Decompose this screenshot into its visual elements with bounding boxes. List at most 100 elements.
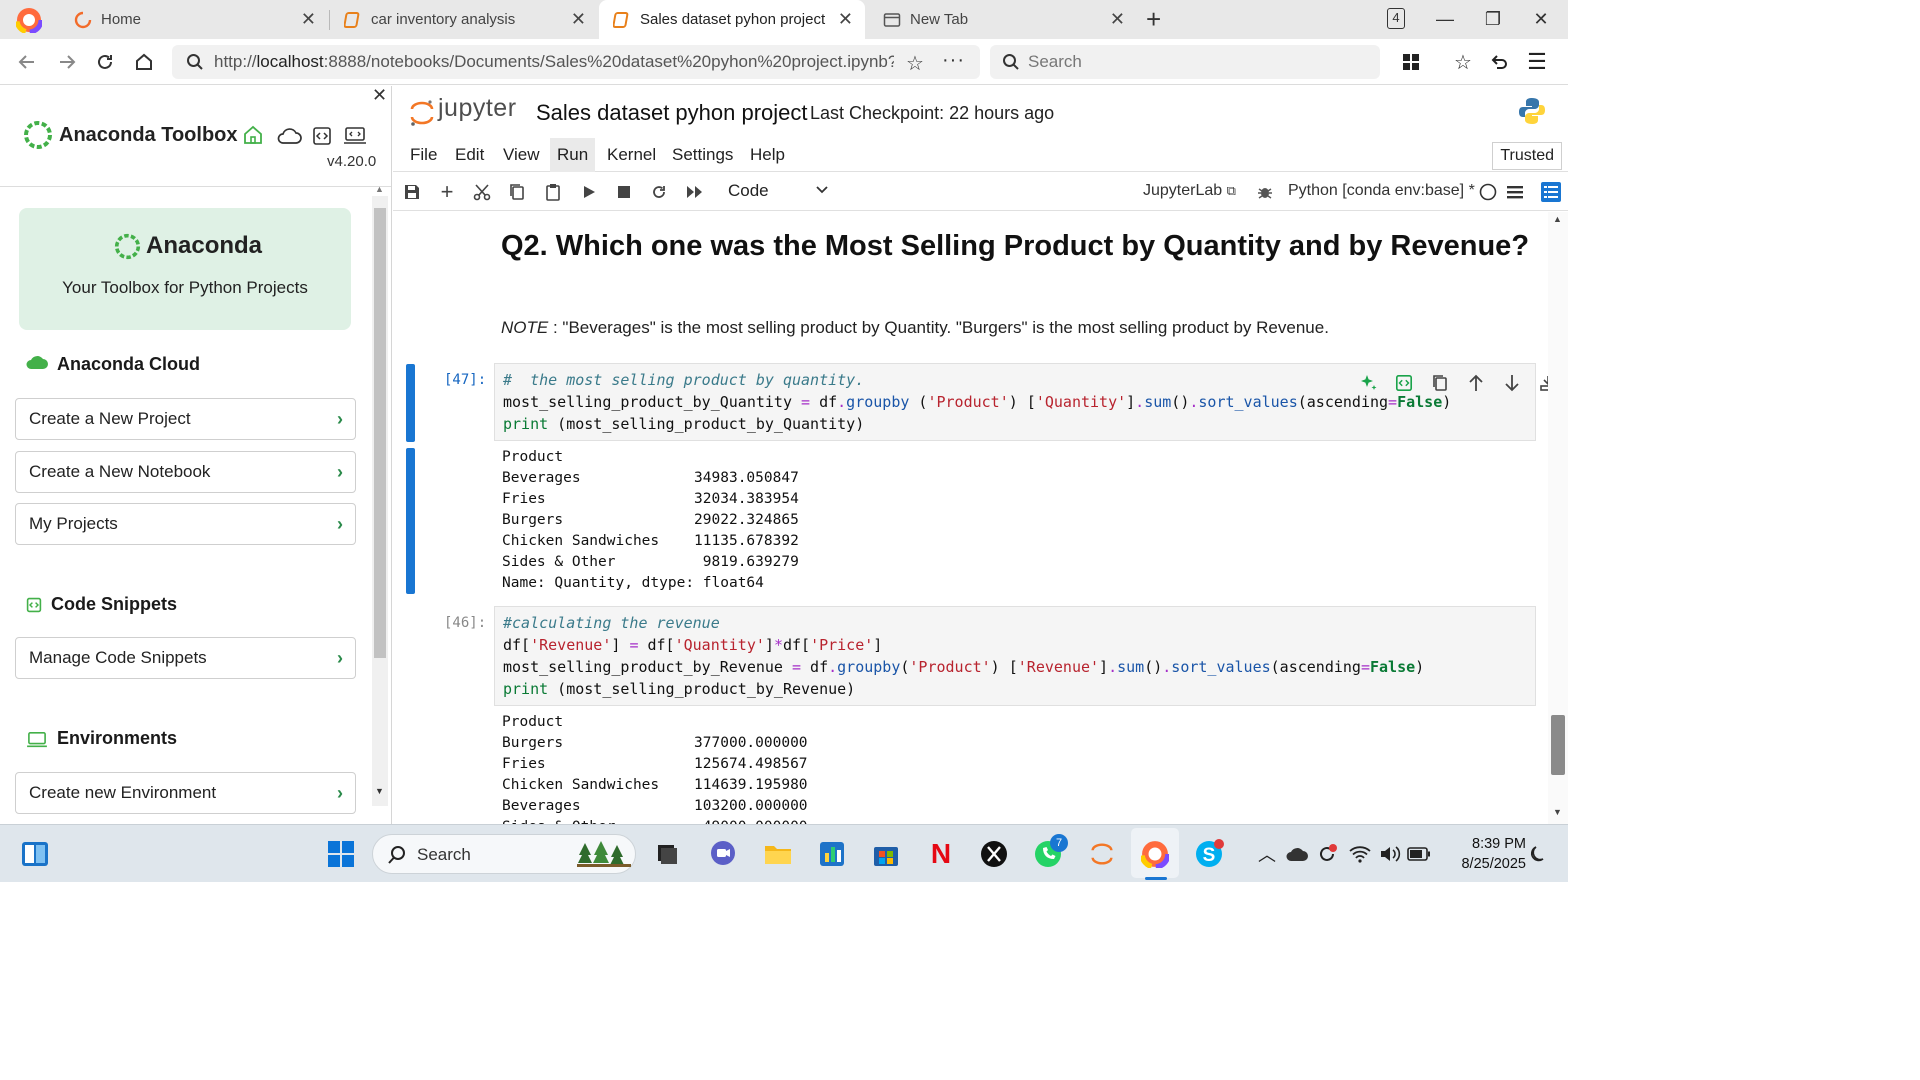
favorites-icon[interactable]: ☆ (1450, 49, 1476, 75)
close-tab-icon[interactable]: ✕ (301, 10, 316, 28)
scroll-up-icon[interactable]: ▲ (1553, 214, 1562, 224)
my-projects-button[interactable]: My Projects › (15, 503, 356, 545)
tab-car-inventory[interactable]: car inventory analysis ✕ (330, 0, 598, 39)
tab-sales-dataset[interactable]: Sales dataset pyhon project ✕ (599, 0, 865, 39)
scrollbar-thumb[interactable] (1551, 715, 1565, 775)
reload-icon[interactable] (92, 49, 118, 75)
home-icon[interactable] (131, 49, 157, 75)
close-tab-icon[interactable]: ✕ (838, 10, 853, 28)
move-up-icon[interactable] (1465, 372, 1487, 394)
browser-app-icon[interactable] (1140, 839, 1170, 869)
debugger-bug-icon[interactable] (1255, 182, 1275, 202)
more-options-icon[interactable]: ··· (942, 49, 965, 72)
menu-file[interactable]: File (403, 138, 444, 172)
menu-help[interactable]: Help (743, 138, 792, 172)
minimize-icon[interactable]: ― (1422, 0, 1468, 39)
notebook-scrollbar[interactable]: ▲ ▼ (1548, 212, 1568, 824)
taskbar-search[interactable]: Search (372, 834, 636, 874)
sidebar-scrollbar[interactable]: ▲ ▼ (372, 184, 388, 806)
close-tab-icon[interactable]: ✕ (1110, 10, 1125, 28)
browser-search-field[interactable]: Search (990, 45, 1380, 79)
trusted-indicator[interactable]: Trusted (1492, 142, 1562, 170)
file-explorer-icon[interactable] (763, 839, 793, 869)
tab-new-tab[interactable]: New Tab ✕ (869, 0, 1137, 39)
save-icon[interactable] (402, 182, 422, 202)
cell-selection-bar[interactable] (406, 364, 415, 442)
stop-icon[interactable] (614, 182, 634, 202)
menu-kernel[interactable]: Kernel (600, 138, 663, 172)
browser-logo-icon[interactable] (16, 7, 42, 33)
create-new-environment-button[interactable]: Create new Environment › (15, 772, 356, 814)
system-clock[interactable]: 8:39 PM 8/25/2025 (1442, 834, 1526, 874)
notebook-title[interactable]: Sales dataset pyhon project (536, 100, 808, 126)
onedrive-icon[interactable] (1282, 839, 1312, 869)
close-tab-icon[interactable]: ✕ (571, 10, 586, 28)
move-down-icon[interactable] (1501, 372, 1523, 394)
close-window-icon[interactable]: ✕ (1518, 0, 1564, 39)
code-cell-input[interactable]: # the most selling product by quantity. … (494, 363, 1548, 441)
menu-list-icon[interactable] (1505, 182, 1525, 202)
jupyter-wordmark[interactable]: jupyter (438, 94, 517, 123)
ai-sparkle-icon[interactable] (1357, 372, 1379, 394)
create-new-project-button[interactable]: Create a New Project › (15, 398, 356, 440)
netflix-icon[interactable]: N (926, 838, 956, 869)
chevron-up-icon[interactable]: ︿ (1258, 841, 1276, 867)
add-cell-icon[interactable]: + (437, 179, 457, 204)
run-icon[interactable] (579, 182, 599, 202)
restore-icon[interactable]: ❐ (1470, 0, 1516, 39)
new-tab-icon[interactable]: + (1146, 6, 1161, 32)
history-icon[interactable] (1486, 49, 1512, 75)
wifi-icon[interactable] (1345, 839, 1375, 869)
fast-forward-icon[interactable] (685, 182, 705, 202)
scroll-down-icon[interactable]: ▼ (1553, 807, 1562, 817)
jupyter-logo-icon[interactable] (409, 98, 435, 128)
task-view-icon[interactable] (652, 839, 682, 869)
chat-icon[interactable] (708, 839, 738, 869)
create-new-notebook-button[interactable]: Create a New Notebook › (15, 451, 356, 493)
menu-run[interactable]: Run (550, 138, 596, 172)
menu-icon[interactable]: ☰ (1524, 49, 1550, 75)
x-app-icon[interactable] (979, 839, 1009, 869)
code-cell-input[interactable]: #calculating the revenue df['Revenue'] =… (494, 606, 1536, 706)
volume-icon[interactable] (1375, 839, 1405, 869)
jupyter-app-icon[interactable] (1087, 839, 1117, 869)
copy-icon[interactable] (507, 182, 527, 202)
insert-above-icon[interactable] (1537, 372, 1548, 394)
skype-icon[interactable]: S (1194, 839, 1224, 869)
cut-icon[interactable] (472, 182, 492, 202)
notifications-moon-icon[interactable] (1524, 839, 1554, 869)
cell-type-select[interactable]: Code (728, 181, 769, 201)
scroll-down-icon[interactable]: ▼ (375, 786, 384, 796)
restart-icon[interactable] (649, 182, 669, 202)
scroll-up-icon[interactable]: ▲ (375, 184, 384, 194)
chevron-down-icon[interactable] (815, 185, 829, 195)
forward-arrow-icon[interactable] (54, 49, 80, 75)
favorite-star-icon[interactable]: ☆ (906, 51, 924, 76)
sync-icon[interactable] (1312, 839, 1342, 869)
kernel-name[interactable]: Python [conda env:base] * (1288, 182, 1475, 200)
output-selection-bar[interactable] (406, 448, 415, 594)
microsoft-store-icon[interactable] (871, 839, 901, 869)
close-panel-icon[interactable]: ✕ (372, 85, 387, 106)
widgets-icon[interactable] (20, 839, 50, 869)
address-bar[interactable]: http://localhost:8888/notebooks/Document… (172, 45, 980, 79)
code-snippet-icon[interactable] (312, 126, 332, 146)
jupyterlab-link[interactable]: JupyterLab ⧉ (1143, 182, 1236, 200)
back-arrow-icon[interactable] (14, 49, 40, 75)
start-windows-icon[interactable] (326, 839, 356, 869)
cloud-icon[interactable] (276, 126, 302, 146)
code-snippet-icon[interactable] (1393, 372, 1415, 394)
manage-code-snippets-button[interactable]: Manage Code Snippets › (15, 637, 356, 679)
paste-icon[interactable] (543, 182, 563, 202)
tab-count-badge[interactable]: 4 (1387, 8, 1405, 29)
duplicate-cell-icon[interactable] (1429, 372, 1451, 394)
home-icon[interactable] (242, 124, 264, 146)
scrollbar-thumb[interactable] (374, 208, 386, 658)
menu-settings[interactable]: Settings (665, 138, 740, 172)
battery-icon[interactable] (1404, 839, 1434, 869)
environment-icon[interactable] (343, 126, 367, 146)
apps-grid-icon[interactable] (1398, 49, 1424, 75)
tab-home[interactable]: Home ✕ (60, 0, 328, 39)
office-icon[interactable] (817, 839, 847, 869)
table-of-contents-icon[interactable] (1541, 182, 1561, 202)
